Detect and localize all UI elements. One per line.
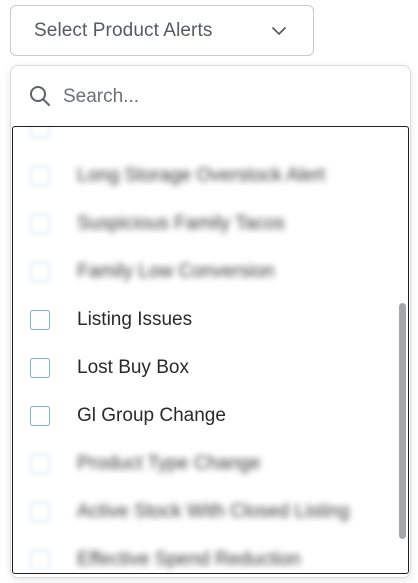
option-checkbox[interactable] [30,454,50,474]
options-list: Long Storage Overstock Alert Suspicious F… [13,127,408,573]
product-alerts-select[interactable]: Select Product Alerts [10,5,314,56]
option-label: Suspicious Family Tacos [77,213,285,234]
option-label: Listing Issues [77,309,193,330]
option-item[interactable]: Lost Buy Box [13,345,394,393]
search-input[interactable] [63,80,383,114]
option-checkbox[interactable] [30,358,50,378]
chevron-down-icon [272,27,286,35]
options-list-frame[interactable]: Long Storage Overstock Alert Suspicious F… [12,126,409,574]
option-item[interactable]: Family Low Conversion [13,249,394,297]
scrollbar-thumb[interactable] [399,303,406,539]
option-label: Product Type Change [77,453,261,474]
option-label: Effective Spend Reduction [77,549,301,570]
option-label: Active Stock With Closed Listing [77,501,350,522]
option-item[interactable] [13,127,394,153]
option-label: Family Low Conversion [77,261,275,282]
option-item[interactable]: Effective Spend Reduction [13,537,394,573]
option-item[interactable]: Suspicious Family Tacos [13,201,394,249]
option-checkbox[interactable] [30,262,50,282]
option-checkbox[interactable] [30,166,50,186]
option-checkbox[interactable] [30,214,50,234]
option-item[interactable]: Long Storage Overstock Alert [13,153,394,201]
option-checkbox[interactable] [30,406,50,426]
option-label: Gl Group Change [77,405,226,426]
search-row [11,66,410,126]
option-checkbox[interactable] [30,550,50,570]
option-label: Lost Buy Box [77,357,189,378]
option-label: Long Storage Overstock Alert [77,165,326,186]
option-checkbox[interactable] [30,502,50,522]
page: Select Product Alerts Long Storage Overs… [0,0,418,583]
option-checkbox[interactable] [30,310,50,330]
dropdown-panel: Long Storage Overstock Alert Suspicious F… [10,65,411,578]
search-icon [30,86,50,106]
option-item[interactable]: Product Type Change [13,441,394,489]
option-item[interactable]: Gl Group Change [13,393,394,441]
option-item[interactable]: Listing Issues [13,297,394,345]
option-checkbox[interactable] [30,127,50,138]
option-item[interactable]: Active Stock With Closed Listing [13,489,394,537]
select-label: Select Product Alerts [34,19,213,41]
